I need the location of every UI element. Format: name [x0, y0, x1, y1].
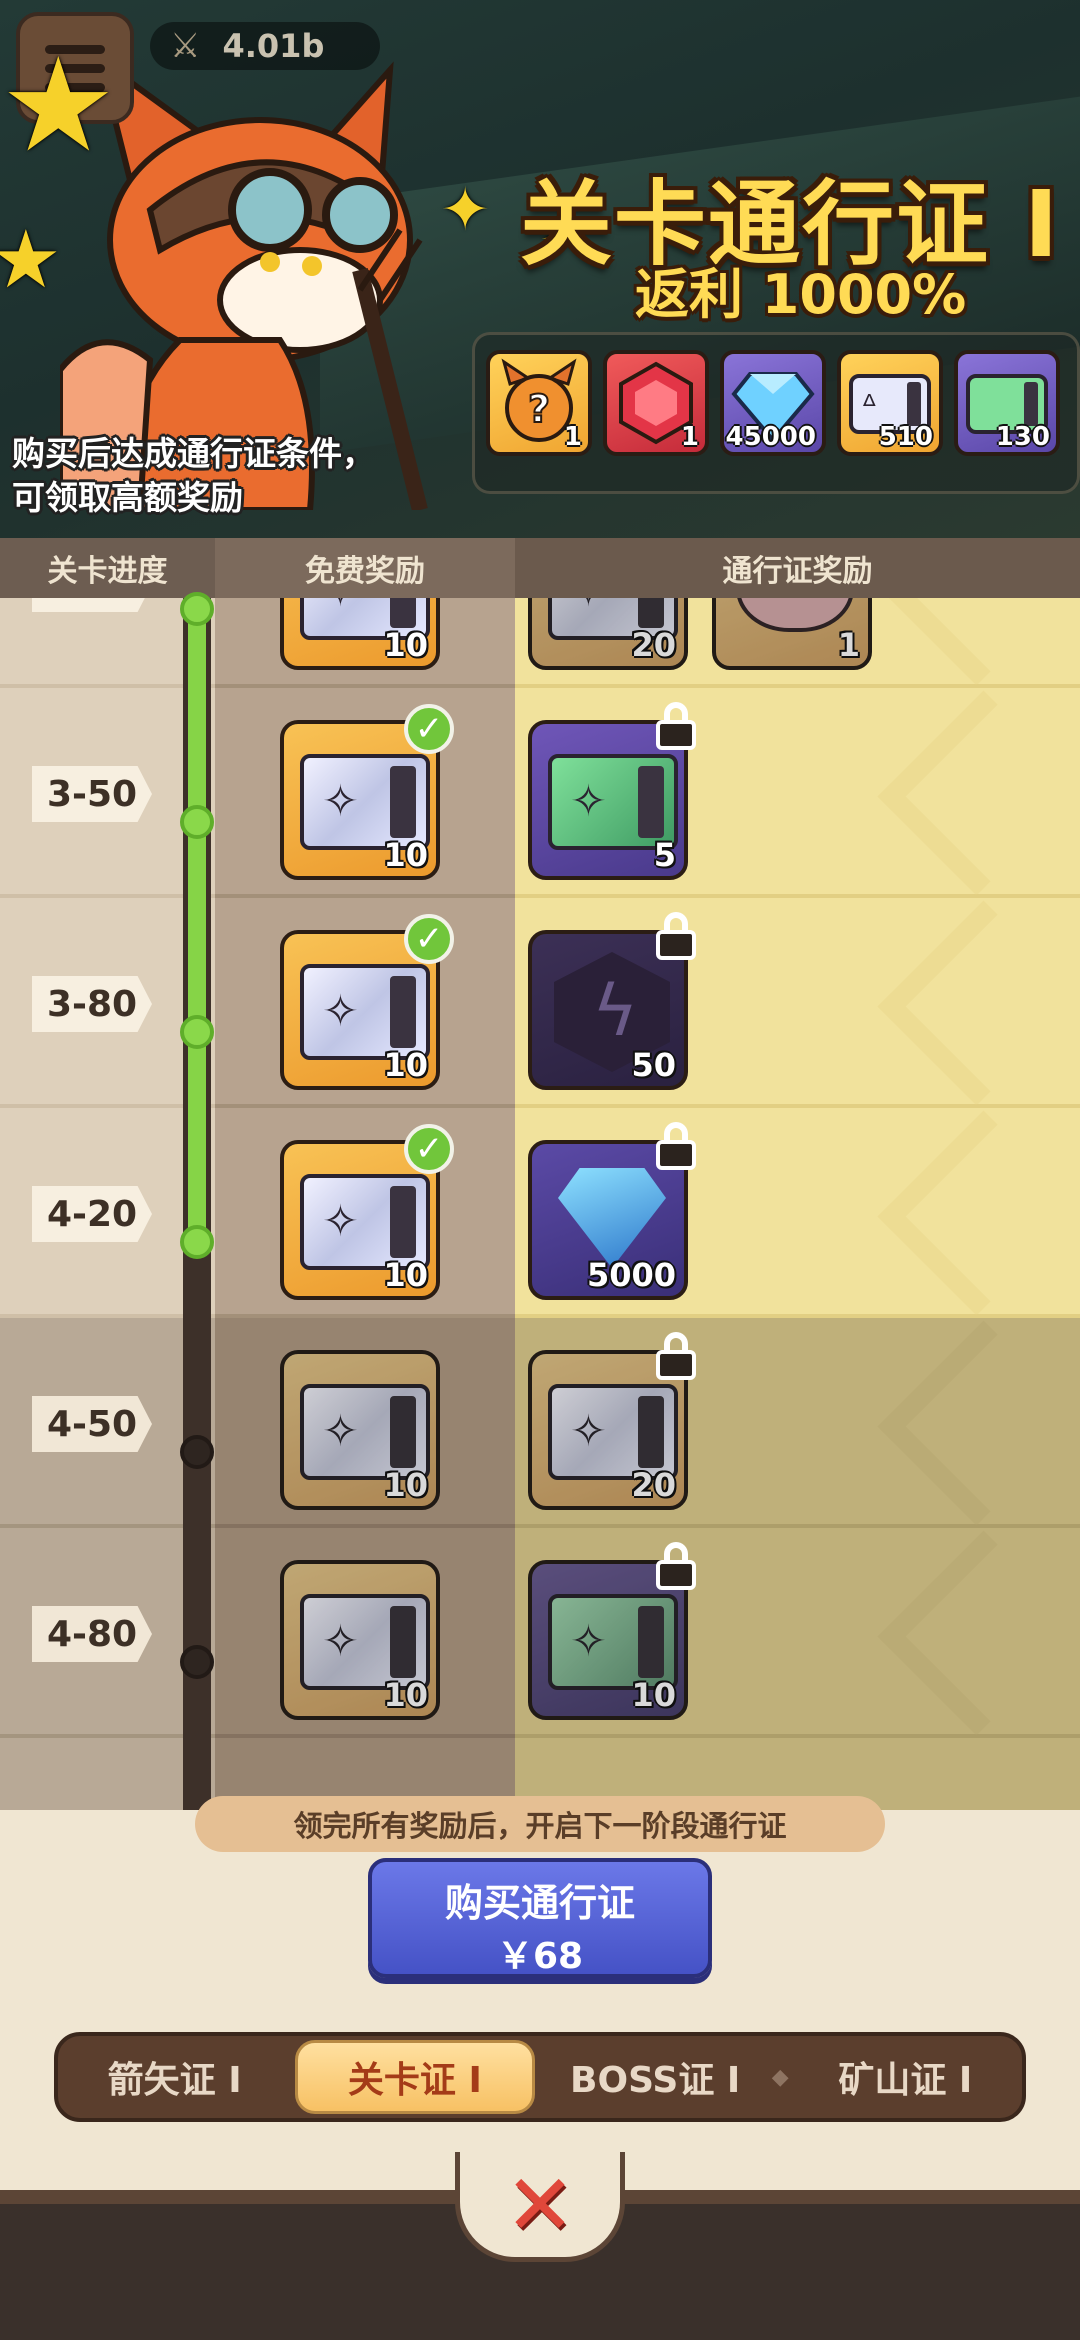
reward-count: 10 [383, 1676, 428, 1714]
level-tag: 4-80 [32, 1606, 152, 1662]
description-line: 可领取高额奖励 [12, 478, 243, 517]
reward-count: 5 [653, 836, 676, 874]
reward-list[interactable]: 3-20 ✧ 10 ✧ 20 1 3-50 ✧ 10 ✓ ✧ 5 [0, 598, 1080, 1810]
reward-count: 5000 [586, 1256, 676, 1294]
pass-type-tabs: 箭矢证 I 关卡证 I BOSS证 I ◆ 矿山证 I [54, 2032, 1026, 2122]
description-line: 购买后达成通行证条件， [12, 434, 375, 473]
pass-reward-item[interactable]: ✧ 20 [528, 598, 688, 670]
buy-button-label: 购买通行证 [444, 1881, 635, 1925]
progress-node-pending [180, 1645, 214, 1679]
reward-count: 10 [383, 1256, 428, 1294]
reward-count: 10 [383, 1466, 428, 1504]
reward-count: 130 [995, 422, 1050, 452]
reward-row: 3-50 ✧ 10 ✓ ✧ 5 [0, 688, 1080, 898]
reward-preview-item[interactable]: 130 [954, 350, 1060, 456]
star-icon: ★ [0, 213, 62, 306]
progress-node-reached [180, 1015, 214, 1049]
reward-preview-item[interactable]: 45000 [720, 350, 826, 456]
reward-count: 1 [680, 422, 699, 452]
level-tag: 3-20 [32, 598, 152, 612]
reward-count: 10 [383, 626, 428, 664]
crossed-swords-icon: ⚔ [170, 26, 201, 66]
reward-count: 10 [383, 836, 428, 874]
free-reward-item[interactable]: ✧ 10 [280, 1560, 440, 1720]
header-level-progress: 关卡进度 [0, 538, 215, 598]
blue-diamond-icon [558, 1168, 666, 1268]
progress-node-reached [180, 805, 214, 839]
lock-icon [656, 702, 696, 752]
progress-fill [188, 598, 206, 1238]
reward-count: 20 [631, 626, 676, 664]
svg-text:?: ? [528, 387, 550, 431]
header-free-rewards: 免费奖励 [215, 538, 515, 598]
pass-subtitle: 返利 1000% [635, 263, 967, 326]
lock-icon [656, 1332, 696, 1382]
power-value: 4.01b [222, 27, 325, 65]
tab-separator-icon: ◆ [771, 2064, 789, 2090]
tab-boss-pass[interactable]: BOSS证 I [539, 2040, 772, 2114]
next-stage-notice: 领完所有奖励后，开启下一阶段通行证 [195, 1796, 885, 1852]
reward-count: 10 [631, 1676, 676, 1714]
pass-description: 购买后达成通行证条件， 可领取高额奖励 [12, 432, 375, 520]
reward-count: 510 [878, 422, 933, 452]
reward-preview-item[interactable]: 1 [603, 350, 709, 456]
reward-preview-item[interactable]: ? 1 [486, 350, 592, 456]
buy-button-price: ￥68 [496, 1936, 584, 1977]
header-pass-rewards: 通行证奖励 [515, 538, 1080, 598]
power-display: ⚔ 4.01b [150, 22, 380, 70]
claimed-check-icon: ✓ [404, 914, 454, 964]
level-tag: 3-80 [32, 976, 152, 1032]
buy-pass-button[interactable]: 购买通行证 ￥68 [368, 1858, 712, 1978]
lock-icon [656, 912, 696, 962]
level-tag: 4-50 [32, 1396, 152, 1452]
close-button[interactable]: ✕ [455, 2152, 625, 2262]
tab-mine-pass[interactable]: 矿山证 I [789, 2040, 1022, 2114]
reward-count: 20 [631, 1466, 676, 1504]
progress-node-reached [180, 1225, 214, 1259]
reward-row: 3-80 ✧ 10 ✓ 50 [0, 898, 1080, 1108]
pass-banner: ⚔ 4.01b ★ ★ ✦ ✦ 关卡通行证 I 返利 1000% ? 1 1 4… [0, 0, 1080, 538]
free-reward-item[interactable]: ✧ 10 [280, 598, 440, 670]
pass-reward-item[interactable]: 1 [712, 598, 872, 670]
tab-arrow-pass[interactable]: 箭矢证 I [58, 2040, 291, 2114]
reward-count: 45000 [725, 422, 816, 452]
lock-icon [656, 1122, 696, 1172]
reward-count: 1 [563, 422, 582, 452]
star-icon: ✦ [440, 175, 491, 245]
reward-count: 10 [383, 1046, 428, 1084]
svg-text:ᐞ: ᐞ [861, 389, 877, 424]
reward-preview-item[interactable]: ᐞ 510 [837, 350, 943, 456]
reward-row: 4-20 ✧ 10 ✓ 5000 [0, 1108, 1080, 1318]
level-tag: 4-20 [32, 1186, 152, 1242]
reward-count: 1 [837, 626, 860, 664]
close-icon: ✕ [504, 2155, 576, 2254]
claimed-check-icon: ✓ [404, 704, 454, 754]
piggy-bank-icon [736, 598, 854, 632]
lock-icon [656, 1542, 696, 1592]
reward-row: 4-80 ✧ 10 ✧ 10 [0, 1528, 1080, 1738]
level-tag: 3-50 [32, 766, 152, 822]
progress-node-pending [180, 1435, 214, 1469]
purchase-panel: 领完所有奖励后，开启下一阶段通行证 购买通行证 ￥68 箭矢证 I 关卡证 I … [0, 1796, 1080, 2190]
reward-row: 4-50 ✧ 10 ✧ 20 [0, 1318, 1080, 1528]
tab-level-pass[interactable]: 关卡证 I [295, 2040, 535, 2114]
free-reward-item[interactable]: ✧ 10 [280, 1350, 440, 1510]
reward-count: 50 [631, 1046, 676, 1084]
reward-table-header: 关卡进度 免费奖励 通行证奖励 [0, 538, 1080, 598]
progress-node-reached [180, 592, 214, 626]
star-icon: ★ [0, 29, 117, 181]
reward-row: 3-20 ✧ 10 ✧ 20 1 [0, 598, 1080, 688]
claimed-check-icon: ✓ [404, 1124, 454, 1174]
